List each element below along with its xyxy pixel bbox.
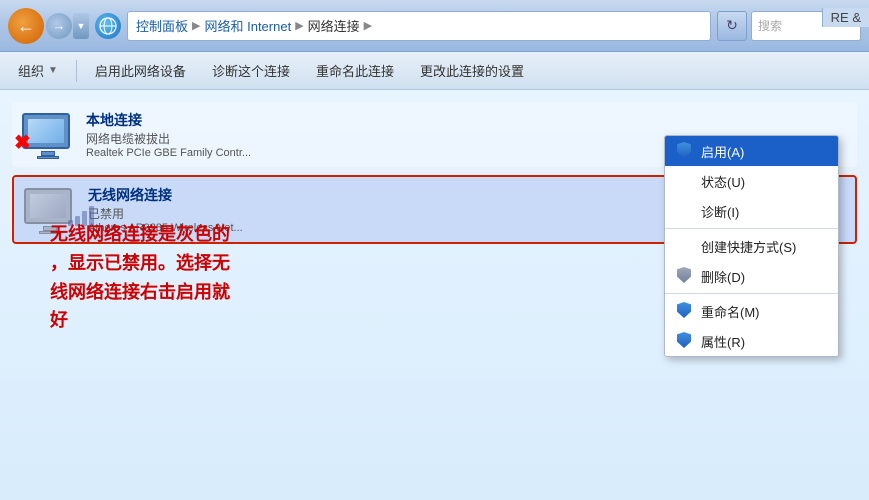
ctx-status-label: 状态(U) [701, 172, 826, 191]
shield-properties-icon [677, 332, 693, 350]
rename-button[interactable]: 重命名此连接 [306, 57, 404, 85]
forward-arrow-icon: → [53, 18, 66, 33]
annotation-line-4: 好 [50, 306, 230, 335]
dropdown-icon: ▼ [77, 21, 86, 31]
ctx-properties-item[interactable]: 属性(R) [665, 326, 838, 356]
main-area: ✖ 本地连接 网络电缆被拔出 Realtek PCIe GBE Family C… [0, 90, 869, 500]
shield-rename-icon [677, 302, 693, 320]
ctx-shortcut-item[interactable]: 创建快捷方式(S) [665, 231, 838, 261]
breadcrumb-bar: 控制面板 ▶ 网络和 Internet ▶ 网络连接 ▶ [127, 11, 711, 41]
ctx-status-item[interactable]: 状态(U) [665, 166, 838, 196]
local-connection-name: 本地连接 [86, 110, 847, 130]
ctx-delete-item[interactable]: 删除(D) [665, 261, 838, 291]
nav-dropdown-button[interactable]: ▼ [73, 13, 89, 39]
wireless-monitor-screen [30, 194, 66, 218]
annotation-line-3: 线网络连接右击启用就 [50, 278, 230, 307]
ctx-separator-1 [665, 228, 838, 229]
annotation-text: 无线网络连接是灰色的 ，显示已禁用。选择无 线网络连接右击启用就 好 [50, 220, 230, 335]
shield-enable-icon [677, 142, 693, 160]
ctx-separator-2 [665, 293, 838, 294]
shield-delete-icon [677, 267, 693, 285]
ctx-shortcut-label: 创建快捷方式(S) [701, 237, 826, 256]
forward-button[interactable]: → [46, 13, 72, 39]
ctx-enable-label: 启用(A) [701, 142, 826, 161]
search-placeholder: 搜索 [758, 17, 782, 34]
ctx-properties-label: 属性(R) [701, 332, 826, 351]
globe-icon [95, 13, 121, 39]
ctx-diagnose-label: 诊断(I) [701, 202, 826, 221]
annotation-line-2: ，显示已禁用。选择无 [50, 249, 230, 278]
ctx-rename-item[interactable]: 重命名(M) [665, 296, 838, 326]
organize-dropdown-icon: ▼ [48, 65, 58, 76]
refresh-button[interactable]: ↻ [717, 11, 747, 41]
wireless-monitor-icon [24, 188, 72, 224]
local-connection-icon-wrapper: ✖ [22, 113, 74, 157]
ctx-rename-label: 重命名(M) [701, 302, 826, 321]
ctx-delete-label: 删除(D) [701, 267, 826, 286]
organize-button[interactable]: 组织 ▼ [8, 57, 68, 85]
breadcrumb-sep-3: ▶ [364, 19, 372, 32]
context-menu: 启用(A) 状态(U) 诊断(I) 创建快捷方式(S) 删除(D) [664, 135, 839, 357]
enable-device-button[interactable]: 启用此网络设备 [85, 57, 196, 85]
toolbar-separator-1 [76, 60, 77, 82]
monitor-screen [28, 119, 64, 143]
breadcrumb-network-connections: 网络连接 [308, 16, 360, 35]
disconnected-x-icon: ✖ [14, 133, 31, 153]
breadcrumb-sep-1: ▶ [192, 19, 200, 32]
diagnose-button[interactable]: 诊断这个连接 [202, 57, 300, 85]
breadcrumb-controlpanel[interactable]: 控制面板 [136, 16, 188, 35]
toolbar: 组织 ▼ 启用此网络设备 诊断这个连接 重命名此连接 更改此连接的设置 [0, 52, 869, 90]
monitor-base [37, 156, 59, 159]
refresh-icon: ↻ [726, 17, 738, 34]
annotation-line-1: 无线网络连接是灰色的 [50, 220, 230, 249]
back-arrow-icon: ← [17, 17, 35, 35]
topright-label: RE & [822, 8, 869, 27]
title-bar: ← → ▼ 控制面板 ▶ 网络和 Internet ▶ 网络连接 ▶ ↻ 搜索 … [0, 0, 869, 52]
change-settings-button[interactable]: 更改此连接的设置 [410, 57, 534, 85]
back-button[interactable]: ← [8, 8, 44, 44]
ctx-diagnose-item[interactable]: 诊断(I) [665, 196, 838, 226]
breadcrumb-sep-2: ▶ [295, 19, 303, 32]
ctx-enable-item[interactable]: 启用(A) [665, 136, 838, 166]
breadcrumb-network-internet[interactable]: 网络和 Internet [204, 16, 291, 35]
